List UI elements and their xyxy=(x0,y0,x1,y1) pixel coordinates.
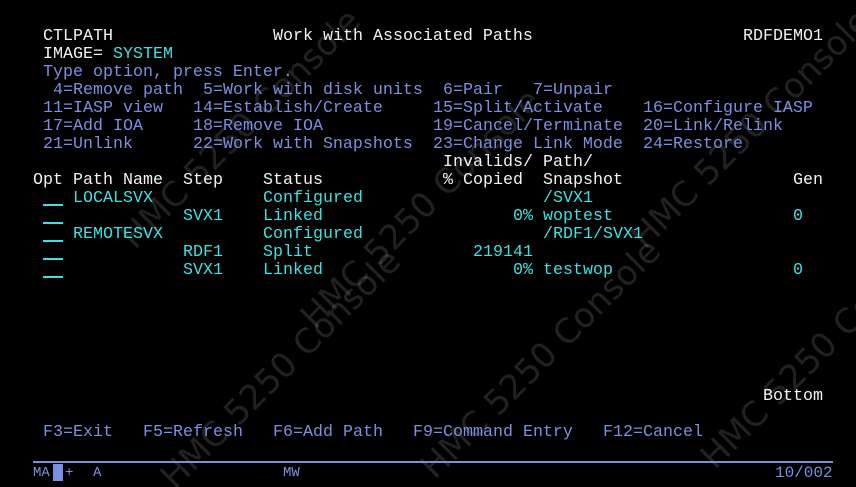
option-work-disk-units: 5=Work with disk units xyxy=(203,81,423,100)
option-remove-ioa: 18=Remove IOA xyxy=(193,117,323,136)
oia-mode: MA xyxy=(33,465,50,481)
col-gen: Gen xyxy=(793,171,823,190)
gen: 0 xyxy=(793,261,803,280)
status: Linked xyxy=(263,261,323,280)
copied: 219141 xyxy=(473,243,533,262)
cursor xyxy=(53,464,63,481)
snapshot: woptest xyxy=(543,207,613,226)
f5-refresh-key[interactable]: F5=Refresh xyxy=(143,424,243,442)
path-name: REMOTESVX xyxy=(73,225,163,244)
copied: 0% xyxy=(513,261,533,280)
gen: 0 xyxy=(793,207,803,226)
terminal-screen: HMC 5250 Console HMC 5250 Console HMC 52… xyxy=(0,0,856,487)
option-cancel: 19=Cancel/Terminate xyxy=(433,117,623,136)
status: Linked xyxy=(263,207,323,226)
snapshot: testwop xyxy=(543,261,613,280)
step: SVX1 xyxy=(183,261,223,280)
col-path: Path/ xyxy=(543,153,593,172)
image-label: IMAGE= xyxy=(43,45,103,64)
image-value: SYSTEM xyxy=(113,45,173,64)
option-remove-path: 4=Remove path xyxy=(43,81,183,100)
f3-exit-key[interactable]: F3=Exit xyxy=(43,424,113,442)
option-input[interactable] xyxy=(43,240,63,242)
snapshot: /RDF1/SVX1 xyxy=(543,225,643,244)
option-input[interactable] xyxy=(43,222,63,224)
status-line-divider xyxy=(33,461,833,463)
status: Configured xyxy=(263,189,363,208)
path-name: LOCALSVX xyxy=(73,189,153,208)
option-establish: 14=Establish/Create xyxy=(193,99,383,118)
col-copied: % Copied xyxy=(443,171,523,190)
option-restore: 24=Restore xyxy=(643,135,743,154)
cursor-position: 10/002 xyxy=(775,464,833,482)
watermark: HMC 5250 Console xyxy=(412,231,669,487)
option-split: 15=Split/Activate xyxy=(433,99,603,118)
system-name: RDFDEMO1 xyxy=(743,27,823,46)
col-snapshot: Snapshot xyxy=(543,171,623,190)
f6-add-path-key[interactable]: F6=Add Path xyxy=(273,424,383,442)
option-configure-iasp: 16=Configure IASP xyxy=(643,99,813,118)
step: SVX1 xyxy=(183,207,223,226)
more-indicator: Bottom xyxy=(763,387,823,406)
option-change-link-mode: 23=Change Link Mode xyxy=(433,135,623,154)
option-pair: 6=Pair xyxy=(443,81,503,100)
option-unlink: 21=Unlink xyxy=(43,135,133,154)
status: Configured xyxy=(263,225,363,244)
option-input[interactable] xyxy=(43,276,63,278)
option-add-ioa: 17=Add IOA xyxy=(43,117,143,136)
col-invalids: Invalids/ xyxy=(443,153,533,172)
oia-insert: + xyxy=(65,465,74,481)
program-name: CTLPATH xyxy=(43,27,113,46)
snapshot: /SVX1 xyxy=(543,189,593,208)
watermark: HMC 5250 Console xyxy=(692,221,856,477)
col-opt: Opt xyxy=(33,171,63,190)
watermark: HMC 5250 Console xyxy=(152,241,409,487)
copied: 0% xyxy=(513,207,533,226)
option-work-snapshots: 22=Work with Snapshots xyxy=(193,135,413,154)
f12-cancel-key[interactable]: F12=Cancel xyxy=(603,424,703,442)
option-iasp-view: 11=IASP view xyxy=(43,99,163,118)
instructions: Type option, press Enter. xyxy=(43,63,293,82)
oia-mw: MW xyxy=(283,465,300,481)
option-link: 20=Link/Relink xyxy=(643,117,783,136)
col-status: Status xyxy=(263,171,323,190)
option-unpair: 7=Unpair xyxy=(533,81,613,100)
oia-a: A xyxy=(93,465,102,481)
f9-command-entry-key[interactable]: F9=Command Entry xyxy=(413,424,573,442)
step: RDF1 xyxy=(183,243,223,262)
col-step: Step xyxy=(183,171,223,190)
screen-title: Work with Associated Paths xyxy=(273,27,533,46)
status: Split xyxy=(263,243,313,262)
col-path-name: Path Name xyxy=(73,171,163,190)
option-input[interactable] xyxy=(43,258,63,260)
option-input[interactable] xyxy=(43,204,63,206)
